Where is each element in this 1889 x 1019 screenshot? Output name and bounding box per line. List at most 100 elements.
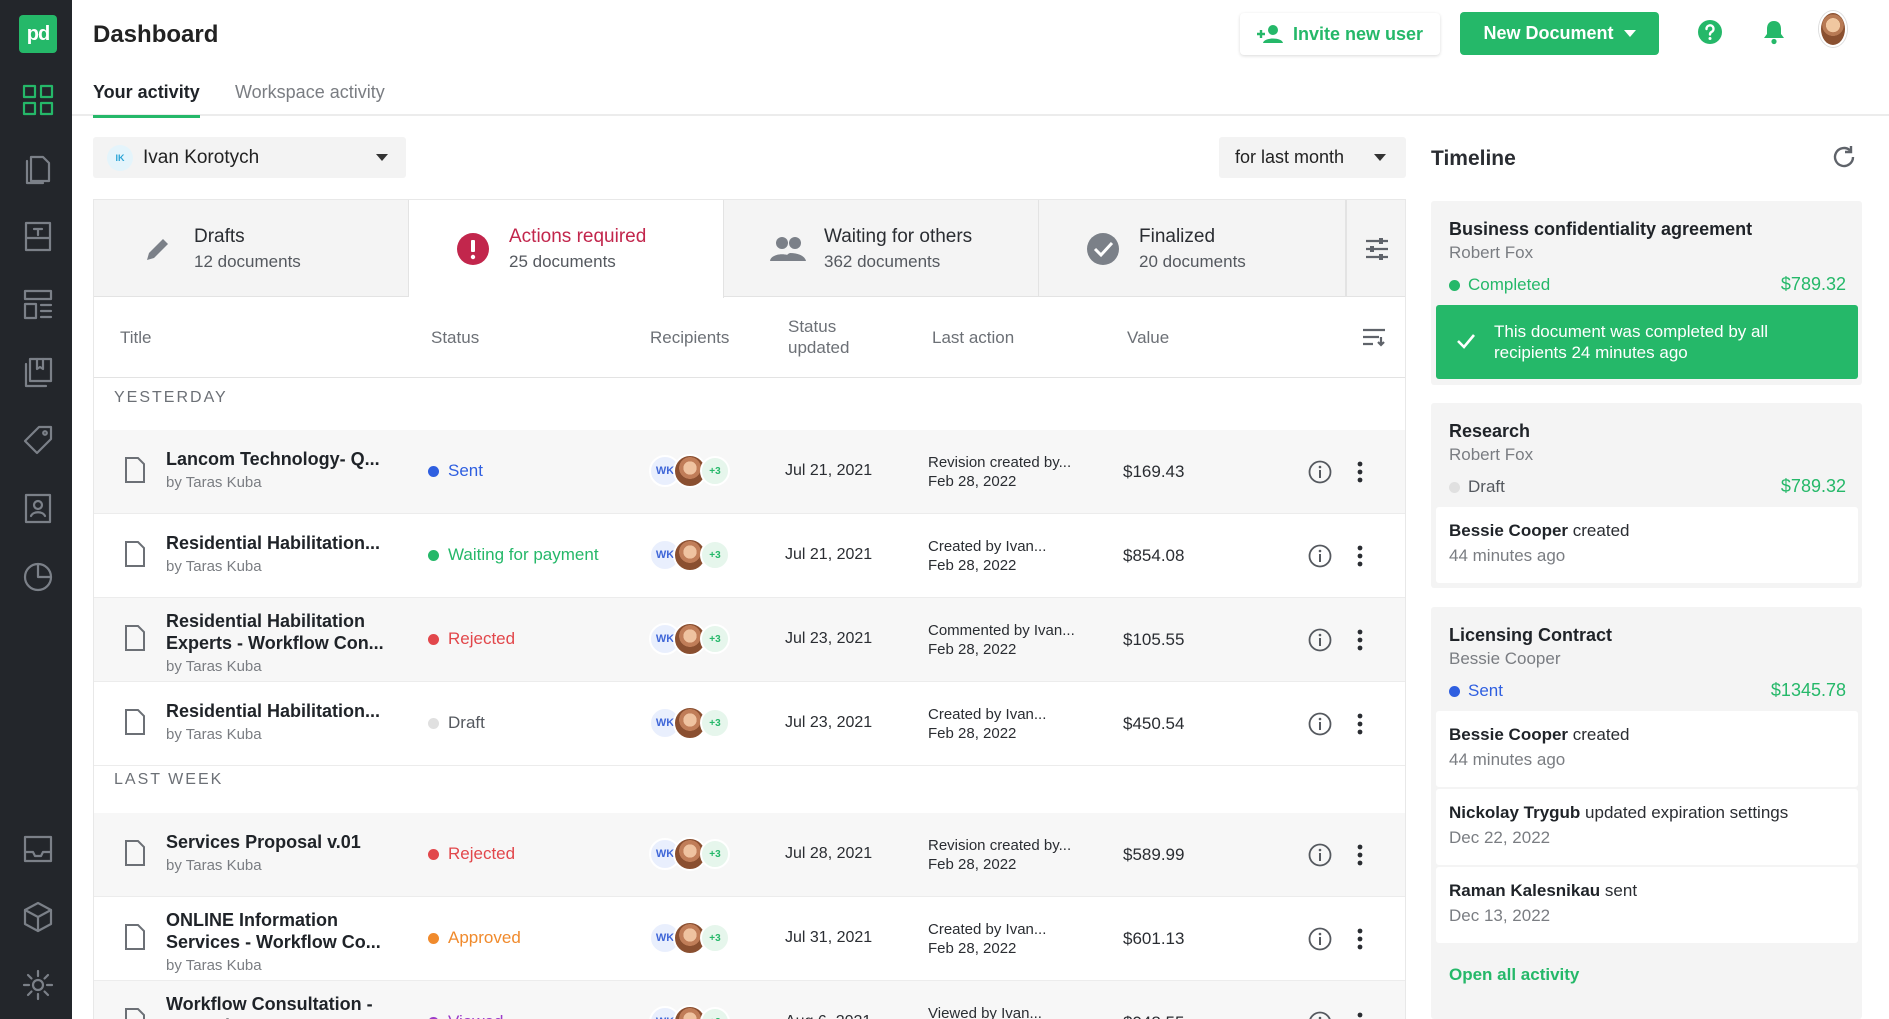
column-status-updated[interactable]: Status <box>788 317 836 337</box>
more-options-icon[interactable] <box>1357 1012 1363 1019</box>
settings-icon[interactable] <box>18 965 58 1005</box>
row-recipients[interactable]: WK+3 <box>649 454 730 488</box>
last-action-text: Created by Ivan... <box>928 538 1047 555</box>
info-icon[interactable] <box>1308 712 1332 736</box>
timeline-card[interactable]: Business confidentiality agreement Rober… <box>1431 201 1862 385</box>
documents-icon[interactable] <box>18 148 58 188</box>
row-title[interactable]: Services Proposal v.01 <box>166 831 361 853</box>
sort-columns-icon[interactable] <box>1362 327 1386 352</box>
event-time: 44 minutes ago <box>1449 546 1566 565</box>
table-row[interactable]: Residential Habilitation... by Taras Kuba… <box>94 514 1405 598</box>
tag-icon[interactable] <box>18 420 58 460</box>
new-document-button[interactable]: New Document <box>1460 12 1659 55</box>
row-title[interactable]: Experts - Workflow Con... <box>166 632 384 654</box>
status-tab-waiting[interactable]: Waiting for others 362 documents <box>724 200 1039 297</box>
column-status[interactable]: Status <box>431 328 479 348</box>
info-icon[interactable] <box>1308 544 1332 568</box>
period-filter-select[interactable]: for last month <box>1219 137 1406 178</box>
row-last-action: Viewed by Ivan...Feb 28, 2022 <box>928 1004 1042 1019</box>
contacts-icon[interactable] <box>18 488 58 528</box>
open-all-activity-link[interactable]: Open all activity <box>1449 965 1579 985</box>
status-tabs: Drafts 12 documents Actions required 25 do… <box>94 200 1405 298</box>
row-title[interactable]: Residential Habilitation... <box>166 532 380 554</box>
info-icon[interactable] <box>1308 460 1332 484</box>
row-title[interactable]: Lancom Technology- Q... <box>166 448 380 470</box>
more-options-icon[interactable] <box>1357 713 1363 735</box>
tab-your-activity[interactable]: Your activity <box>93 82 200 118</box>
integrations-icon[interactable] <box>18 897 58 937</box>
info-icon[interactable] <box>1308 843 1332 867</box>
more-options-icon[interactable] <box>1357 629 1363 651</box>
help-icon[interactable] <box>1696 18 1724 46</box>
table-row[interactable]: Services Proposal v.01 by Taras Kuba Rejec… <box>94 813 1405 897</box>
table-row[interactable]: Lancom Technology- Q... by Taras Kuba Sent… <box>94 430 1405 514</box>
notifications-bell-icon[interactable] <box>1760 18 1788 46</box>
row-recipients[interactable]: WK+3 <box>649 837 730 871</box>
row-recipients[interactable]: WK+3 <box>649 706 730 740</box>
user-filter-select[interactable]: IK Ivan Korotych <box>93 137 406 178</box>
row-title[interactable]: December 2021 <box>166 1015 298 1019</box>
row-title[interactable]: Residential Habilitation <box>166 610 365 632</box>
pencil-icon <box>138 229 178 269</box>
more-options-icon[interactable] <box>1357 928 1363 950</box>
last-action-date: Feb 28, 2022 <box>928 557 1017 574</box>
status-tab-label: Drafts <box>194 225 245 247</box>
more-options-icon[interactable] <box>1357 844 1363 866</box>
app-window: pd Dashboard Your activity Workspace act… <box>0 0 1889 1019</box>
info-icon[interactable] <box>1308 1011 1332 1019</box>
pandadoc-logo[interactable]: pd <box>19 15 57 53</box>
check-circle-icon <box>1083 229 1123 269</box>
status-tab-finalized[interactable]: Finalized 20 documents <box>1039 200 1346 297</box>
status-tab-drafts[interactable]: Drafts 12 documents <box>94 200 409 297</box>
row-recipients[interactable]: WK+3 <box>649 538 730 572</box>
add-user-icon <box>1256 25 1283 43</box>
row-title[interactable]: Services - Workflow Co... <box>166 931 381 953</box>
event-actor: Nickolay Trygub <box>1449 803 1581 822</box>
table-row[interactable]: Workflow Consultation -December 2021 View… <box>94 981 1405 1019</box>
status-tab-actions-required[interactable]: Actions required 25 documents <box>409 200 724 298</box>
table-row[interactable]: Residential Habilitation... by Taras Kuba… <box>94 682 1405 766</box>
column-recipients[interactable]: Recipients <box>650 328 729 348</box>
row-last-action: Revision created by... Feb 28, 2022 <box>928 836 1071 874</box>
refresh-icon[interactable] <box>1831 144 1857 170</box>
user-avatar[interactable] <box>1819 11 1847 47</box>
reports-icon[interactable] <box>18 556 58 596</box>
period-filter-value: for last month <box>1235 147 1345 167</box>
tab-workspace-activity[interactable]: Workspace activity <box>235 82 385 115</box>
row-status-label: Rejected <box>448 629 516 648</box>
row-recipients[interactable]: WK+3 <box>649 622 730 656</box>
dashboard-icon[interactable] <box>18 80 58 120</box>
column-title[interactable]: Title <box>120 328 152 348</box>
filter-settings-icon[interactable] <box>1346 200 1405 297</box>
row-status-updated: Jul 21, 2021 <box>785 546 873 563</box>
timeline-card[interactable]: Licensing Contract Bessie Cooper Sent $1… <box>1431 607 1862 1019</box>
last-action-date: Feb 28, 2022 <box>928 856 1017 873</box>
event-time: Dec 13, 2022 <box>1449 906 1551 925</box>
invite-user-button[interactable]: Invite new user <box>1240 13 1440 55</box>
templates-icon[interactable] <box>18 216 58 256</box>
row-title[interactable]: Workflow Consultation - <box>166 993 373 1015</box>
row-last-action: Commented by Ivan... Feb 28, 2022 <box>928 621 1075 659</box>
people-icon <box>768 229 808 269</box>
info-icon[interactable] <box>1308 927 1332 951</box>
inbox-icon[interactable] <box>18 829 58 869</box>
row-title[interactable]: ONLINE Information <box>166 909 338 931</box>
row-last-action: Created by Ivan... Feb 28, 2022 <box>928 920 1046 958</box>
column-value[interactable]: Value <box>1127 328 1169 348</box>
table-row[interactable]: Residential Habilitation Experts - Workfl… <box>94 598 1405 682</box>
row-title[interactable]: Residential Habilitation... <box>166 700 380 722</box>
catalog-icon[interactable] <box>18 352 58 392</box>
last-action-text: Revision created by... <box>928 837 1072 854</box>
row-recipients[interactable]: WK+3 <box>649 1005 730 1019</box>
row-recipients[interactable]: WK+3 <box>649 921 730 955</box>
row-status-updated: Jul 28, 2021 <box>785 845 873 862</box>
timeline-card[interactable]: Research Robert Fox Draft $789.32 Bessie… <box>1431 403 1862 588</box>
column-last-action[interactable]: Last action <box>932 328 1014 348</box>
more-options-icon[interactable] <box>1357 545 1363 567</box>
more-options-icon[interactable] <box>1357 461 1363 483</box>
table-row[interactable]: ONLINE Information Services - Workflow Co… <box>94 897 1405 981</box>
section-last-week: LAST WEEK <box>114 771 224 788</box>
info-icon[interactable] <box>1308 628 1332 652</box>
chevron-down-icon <box>1623 30 1636 37</box>
forms-icon[interactable] <box>18 284 58 324</box>
